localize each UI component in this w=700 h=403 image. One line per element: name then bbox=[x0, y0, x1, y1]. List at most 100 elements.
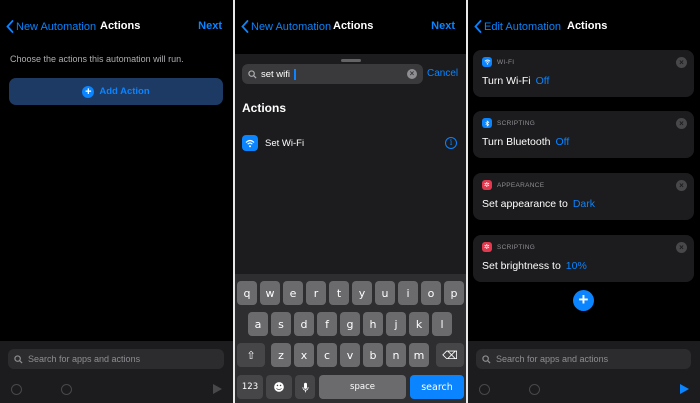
emoji-key[interactable]: ☻ bbox=[266, 375, 292, 399]
key[interactable]: b bbox=[363, 343, 383, 367]
clear-icon[interactable]: × bbox=[407, 69, 417, 79]
key[interactable]: a bbox=[248, 312, 268, 336]
key[interactable]: d bbox=[294, 312, 314, 336]
search-input[interactable]: Search for apps and actions bbox=[476, 349, 691, 369]
nav-bar: Edit Automation Actions bbox=[468, 0, 700, 54]
key[interactable]: q bbox=[237, 281, 257, 305]
mic-key[interactable] bbox=[295, 375, 315, 399]
search-icon bbox=[482, 354, 491, 364]
key[interactable]: s bbox=[271, 312, 291, 336]
bottom-sheet: Search for apps and actions bbox=[468, 341, 700, 403]
card-category: APPEARANCE bbox=[497, 181, 545, 189]
cancel-button[interactable]: Cancel bbox=[427, 68, 458, 79]
card-value[interactable]: 10% bbox=[566, 260, 587, 272]
key[interactable]: v bbox=[340, 343, 360, 367]
action-card-bluetooth[interactable]: SCRIPTING Turn Bluetooth Off × bbox=[473, 111, 694, 158]
search-input[interactable]: set wifi × bbox=[242, 64, 423, 84]
space-key[interactable]: space bbox=[319, 375, 406, 399]
key[interactable]: w bbox=[260, 281, 280, 305]
text-cursor bbox=[294, 68, 296, 80]
key[interactable]: n bbox=[386, 343, 406, 367]
keyboard: q w e r t y u i o p a s d f g h j k l ⇧ … bbox=[235, 274, 466, 403]
action-card-brightness[interactable]: ✲ SCRIPTING Set brightness to 10% × bbox=[473, 235, 694, 282]
key[interactable]: y bbox=[352, 281, 372, 305]
key[interactable]: u bbox=[375, 281, 395, 305]
card-value[interactable]: Off bbox=[556, 136, 570, 148]
key[interactable]: r bbox=[306, 281, 326, 305]
play-icon[interactable] bbox=[213, 384, 222, 394]
key[interactable]: e bbox=[283, 281, 303, 305]
card-text: Set appearance to bbox=[482, 198, 568, 210]
shift-key[interactable]: ⇧ bbox=[237, 343, 265, 367]
search-placeholder: Search for apps and actions bbox=[28, 354, 141, 364]
redo-icon[interactable] bbox=[61, 384, 72, 395]
back-label: New Automation bbox=[251, 20, 332, 33]
back-label: Edit Automation bbox=[484, 20, 562, 33]
key[interactable]: m bbox=[409, 343, 429, 367]
nav-bar: New Automation Actions Next bbox=[0, 0, 233, 54]
key[interactable]: t bbox=[329, 281, 349, 305]
list-item[interactable]: Set Wi-Fi i bbox=[242, 133, 457, 153]
card-category: SCRIPTING bbox=[497, 243, 536, 251]
chevron-left-icon bbox=[241, 20, 249, 33]
delete-key[interactable]: ⌫ bbox=[436, 343, 464, 367]
card-category: WI-FI bbox=[497, 58, 515, 66]
info-icon[interactable]: i bbox=[445, 137, 457, 149]
nav-title: Actions bbox=[333, 20, 374, 32]
panel-new-automation: New Automation Actions Next Choose the a… bbox=[0, 0, 233, 403]
search-icon bbox=[248, 69, 257, 79]
search-input[interactable]: Search for apps and actions bbox=[8, 349, 224, 369]
section-title: Actions bbox=[242, 101, 287, 115]
action-card-wifi[interactable]: WI-FI Turn Wi-Fi Off × bbox=[473, 50, 694, 97]
card-value[interactable]: Dark bbox=[573, 198, 595, 210]
brightness-icon: ✲ bbox=[482, 242, 492, 252]
key[interactable]: l bbox=[432, 312, 452, 336]
search-value: set wifi bbox=[261, 68, 291, 80]
numbers-key[interactable]: 123 bbox=[237, 375, 263, 399]
key[interactable]: c bbox=[317, 343, 337, 367]
panel-edit-automation: Edit Automation Actions WI-FI Turn Wi-Fi… bbox=[468, 0, 700, 403]
next-button[interactable]: Next bbox=[431, 20, 455, 32]
chevron-left-icon bbox=[6, 20, 14, 33]
key[interactable]: i bbox=[398, 281, 418, 305]
nav-bar: New Automation Actions Next bbox=[235, 0, 466, 54]
card-category: SCRIPTING bbox=[497, 119, 536, 127]
card-text: Turn Bluetooth bbox=[482, 136, 551, 148]
search-key[interactable]: search bbox=[410, 375, 464, 399]
key[interactable]: g bbox=[340, 312, 360, 336]
nav-title: Actions bbox=[100, 20, 141, 32]
key[interactable]: z bbox=[271, 343, 291, 367]
add-action-label: Add Action bbox=[99, 86, 150, 97]
back-button[interactable]: Edit Automation bbox=[474, 20, 561, 33]
key[interactable]: k bbox=[409, 312, 429, 336]
key[interactable]: p bbox=[444, 281, 464, 305]
key[interactable]: f bbox=[317, 312, 337, 336]
key[interactable]: o bbox=[421, 281, 441, 305]
play-icon[interactable] bbox=[680, 384, 689, 394]
add-action-button[interactable]: + bbox=[573, 290, 594, 311]
remove-icon[interactable]: × bbox=[676, 57, 687, 68]
chevron-left-icon bbox=[474, 20, 482, 33]
undo-icon[interactable] bbox=[479, 384, 490, 395]
undo-icon[interactable] bbox=[11, 384, 22, 395]
key[interactable]: h bbox=[363, 312, 383, 336]
back-button[interactable]: New Automation bbox=[6, 20, 96, 33]
sheet-grabber[interactable] bbox=[341, 59, 361, 62]
card-text: Turn Wi-Fi bbox=[482, 75, 531, 87]
key[interactable]: j bbox=[386, 312, 406, 336]
next-button[interactable]: Next bbox=[198, 20, 222, 32]
wifi-icon bbox=[482, 57, 492, 67]
remove-icon[interactable]: × bbox=[676, 242, 687, 253]
mic-icon bbox=[301, 382, 309, 392]
add-action-button[interactable]: + Add Action bbox=[9, 78, 223, 105]
wifi-icon bbox=[242, 135, 258, 151]
actions-hint: Choose the actions this automation will … bbox=[10, 54, 184, 64]
remove-icon[interactable]: × bbox=[676, 180, 687, 191]
remove-icon[interactable]: × bbox=[676, 118, 687, 129]
back-button[interactable]: New Automation bbox=[241, 20, 331, 33]
redo-icon[interactable] bbox=[529, 384, 540, 395]
result-label: Set Wi-Fi bbox=[265, 137, 305, 149]
key[interactable]: x bbox=[294, 343, 314, 367]
card-value[interactable]: Off bbox=[536, 75, 550, 87]
action-card-appearance[interactable]: ✲ APPEARANCE Set appearance to Dark × bbox=[473, 173, 694, 220]
